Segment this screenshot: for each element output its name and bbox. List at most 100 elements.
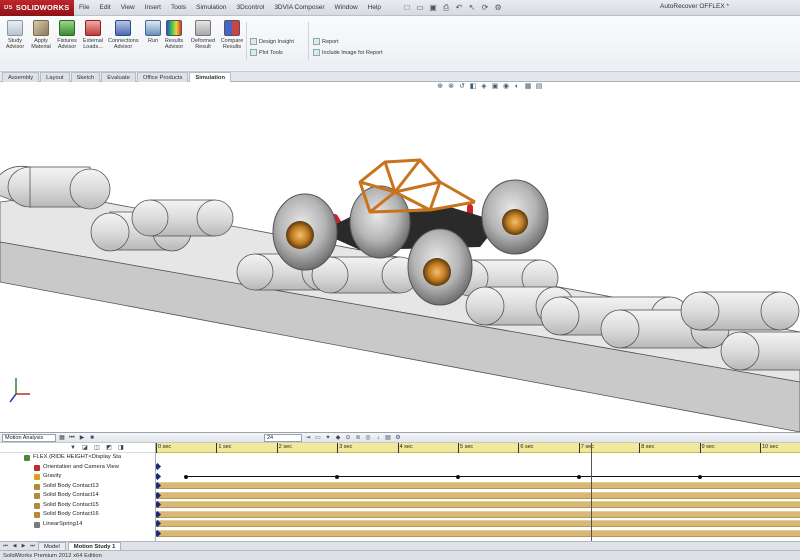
tree-item[interactable]: Solid Body Contact16	[0, 510, 155, 520]
menu-file[interactable]: File	[74, 4, 94, 11]
tab-office-products[interactable]: Office Products	[136, 72, 189, 82]
keyframe-dot[interactable]	[184, 474, 189, 479]
playback-mode-icon[interactable]: ⇥	[304, 434, 312, 442]
calculate-icon[interactable]: ▦	[58, 434, 66, 442]
timeline-track[interactable]	[156, 529, 800, 538]
filter-animated-icon[interactable]: ◪	[81, 444, 89, 452]
report-button[interactable]: Report	[313, 38, 339, 45]
menu-insert[interactable]: Insert	[140, 4, 166, 11]
menu-help[interactable]: Help	[363, 4, 386, 11]
gravity-tool-icon[interactable]: ↓	[374, 434, 382, 442]
tree-item[interactable]: Gravity	[0, 472, 155, 482]
print-icon[interactable]: ⎙	[441, 3, 451, 13]
timeline-track[interactable]	[156, 510, 800, 519]
contact-tool-icon[interactable]: ◎	[364, 434, 372, 442]
graphics-area[interactable]: ⊕ ⊗ ↺ ◧ ◈ ▣ ◉ ◐ ▦ ▤	[0, 82, 800, 432]
keyframe-dot[interactable]	[576, 474, 581, 479]
tree-item[interactable]: Solid Body Contact14	[0, 491, 155, 501]
plot-tools-button[interactable]: Plot Tools	[250, 49, 283, 56]
open-icon[interactable]: ▭	[415, 3, 425, 13]
spring-tool-icon[interactable]: ≋	[354, 434, 362, 442]
menu-simulation[interactable]: Simulation	[191, 4, 231, 11]
document-title: AutoRecover OFFLEX *	[660, 3, 729, 10]
animation-wizard-icon[interactable]: ✦	[324, 434, 332, 442]
external-loads-button[interactable]: External Loads...	[82, 20, 104, 50]
deformed-result-icon	[195, 20, 211, 36]
tree-item[interactable]: Orientation and Camera View	[0, 463, 155, 473]
menu-edit[interactable]: Edit	[94, 4, 115, 11]
motor-icon[interactable]: ⊙	[344, 434, 352, 442]
analysis-type-select[interactable]: Motion Analysis	[2, 433, 56, 442]
tree-item[interactable]: Solid Body Contact15	[0, 501, 155, 511]
rebuild-icon[interactable]: ⟳	[480, 3, 490, 13]
fixture-icon	[59, 20, 75, 36]
tab-sketch[interactable]: Sketch	[70, 72, 101, 82]
tab-evaluate[interactable]: Evaluate	[101, 72, 136, 82]
timeline-track[interactable]	[156, 462, 800, 471]
tab-simulation[interactable]: Simulation	[189, 72, 232, 82]
timeline-track[interactable]	[156, 519, 800, 528]
apply-material-button[interactable]: Apply Material	[30, 20, 52, 50]
deformed-result-label: Deformed Result	[190, 38, 216, 50]
deformed-result-button[interactable]: Deformed Result	[190, 20, 216, 50]
filter-icon[interactable]: ▼	[69, 444, 77, 452]
contact-icon	[34, 483, 40, 490]
timeline-track[interactable]	[156, 472, 800, 481]
keyframe-diamond[interactable]	[156, 472, 162, 480]
save-animation-icon[interactable]: ▭	[314, 434, 322, 442]
tab-layout[interactable]: Layout	[40, 72, 70, 82]
time-ruler[interactable]: 0 sec 1 sec 2 sec 3 sec 4 sec 5 sec 6 sec 7 sec…	[156, 443, 800, 453]
results-plots-icon[interactable]: ▤	[384, 434, 392, 442]
time-tick	[760, 443, 761, 453]
prev-tab-icon[interactable]: ◀	[11, 543, 18, 550]
timeline-track[interactable]	[156, 481, 800, 490]
design-insight-button[interactable]: Design Insight	[250, 38, 294, 45]
filter-selected-icon[interactable]: ◩	[105, 444, 113, 452]
include-image-button[interactable]: Include Image for Report	[313, 49, 383, 56]
study-advisor-button[interactable]: Study Advisor	[4, 20, 26, 50]
timeline-track[interactable]	[156, 500, 800, 509]
playback-speed-field[interactable]: 24	[264, 433, 302, 442]
play-from-start-icon[interactable]: ⏮	[68, 434, 76, 442]
menu-tools[interactable]: Tools	[166, 4, 191, 11]
menu-window[interactable]: Window	[330, 4, 363, 11]
next-tab-icon[interactable]: ▶	[20, 543, 27, 550]
keyframe-dot[interactable]	[697, 474, 702, 479]
play-icon[interactable]: ▶	[78, 434, 86, 442]
tree-item[interactable]: LinearSpring14	[0, 520, 155, 530]
menu-3dvia-composer[interactable]: 3DVIA Composer	[269, 4, 329, 11]
undo-icon[interactable]: ↶	[454, 3, 464, 13]
current-time-bar[interactable]	[590, 443, 592, 541]
new-document-icon[interactable]: □	[402, 3, 412, 13]
save-icon[interactable]: ▣	[428, 3, 438, 13]
filter-driving-icon[interactable]: ◫	[93, 444, 101, 452]
options-icon[interactable]: ⚙	[493, 3, 503, 13]
time-tick-label: 8 sec	[641, 444, 655, 450]
timeline-track[interactable]	[156, 491, 800, 500]
solidworks-logo[interactable]: DS SOLIDWORKS	[0, 0, 74, 16]
compare-results-button[interactable]: Compare Results	[220, 20, 244, 50]
study-properties-icon[interactable]: ⚙	[394, 434, 402, 442]
select-icon[interactable]: ↖	[467, 3, 477, 13]
keyframe-diamond[interactable]	[156, 462, 162, 471]
tree-item[interactable]: FLEX (RIDE HEIGHT<Display Sta	[0, 453, 155, 463]
keyframe-dot[interactable]	[456, 474, 460, 479]
results-advisor-button[interactable]: Results Advisor	[163, 20, 185, 50]
stop-icon[interactable]: ■	[88, 434, 96, 442]
reference-triad	[9, 378, 30, 403]
tab-assembly[interactable]: Assembly	[2, 72, 40, 82]
fixtures-advisor-button[interactable]: Fixtures Advisor	[56, 20, 78, 50]
autokey-icon[interactable]: ◆	[334, 434, 342, 442]
last-tab-icon[interactable]: ⏭	[29, 543, 36, 550]
keyframe-dot[interactable]	[335, 474, 340, 479]
first-tab-icon[interactable]: ⏮	[2, 543, 9, 550]
command-tabs: Assembly Layout Sketch Evaluate Office P…	[0, 72, 800, 82]
connections-advisor-button[interactable]: Connections Advisor	[108, 20, 139, 50]
run-button[interactable]: Run	[142, 20, 164, 44]
menu-view[interactable]: View	[116, 4, 140, 11]
tree-item[interactable]: Solid Body Contact13	[0, 482, 155, 492]
menu-3dcontrol[interactable]: 3Dcontrol	[231, 4, 269, 11]
timeline-area[interactable]: 0 sec 1 sec 2 sec 3 sec 4 sec 5 sec 6 sec 7 sec…	[156, 443, 800, 541]
time-tick	[639, 443, 641, 453]
filter-results-icon[interactable]: ◨	[117, 444, 125, 452]
